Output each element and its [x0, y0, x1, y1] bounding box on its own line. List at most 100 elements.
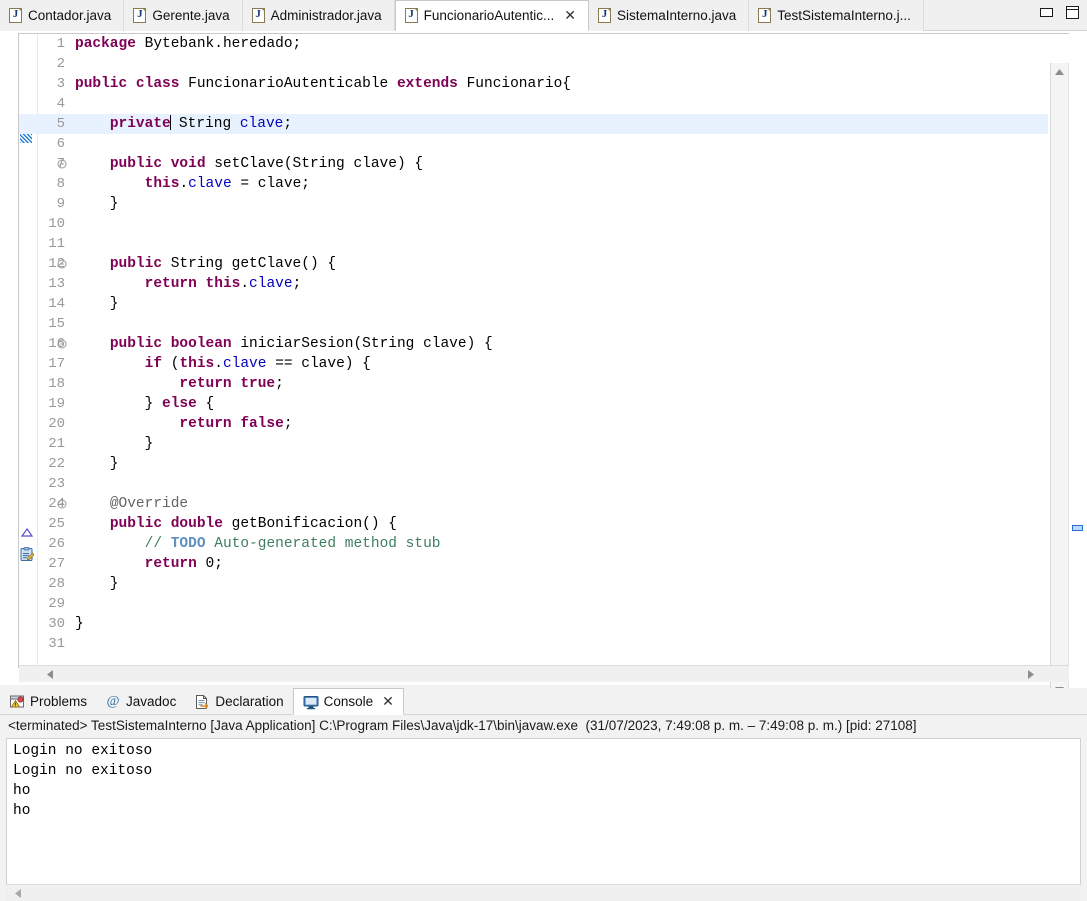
code-line[interactable]: 22 } [19, 454, 1048, 474]
code-line[interactable]: 18 return true; [19, 374, 1048, 394]
editor-viewport[interactable]: 1 package Bytebank.heredado; 2 3 public clas… [18, 33, 1069, 668]
code-line[interactable]: 21 } [19, 434, 1048, 454]
code-line-text: } [75, 456, 119, 472]
code-line[interactable]: 25 public double getBonificacion() { [19, 514, 1048, 534]
code-line-text: public String getClave() { [109, 256, 337, 272]
code-line[interactable]: 28 } [19, 574, 1048, 594]
console-output-line: Login no exitoso [13, 763, 153, 779]
code-line-text: // TODO Auto-generated method stub [144, 536, 441, 552]
maximize-view-button[interactable] [1066, 6, 1079, 19]
editor-tab-label: FuncionarioAutentic... [423, 8, 555, 23]
line-number: 3 [56, 76, 65, 92]
code-line[interactable]: 4 [19, 94, 1048, 114]
bottom-tab-console[interactable]: Console ✕ [292, 688, 404, 715]
code-line[interactable]: 9 } [19, 194, 1048, 214]
editor-horizontal-scrollbar[interactable] [19, 665, 1069, 682]
editor-tab-administrador-java[interactable]: Administrador.java [242, 0, 395, 31]
code-line[interactable]: 26 // TODO Auto-generated method stub [19, 534, 1048, 554]
code-line[interactable]: 19 } else { [19, 394, 1048, 414]
code-line[interactable]: 16 public boolean iniciarSesion(String c… [19, 334, 1048, 354]
scroll-right-arrow-icon[interactable] [1022, 666, 1039, 682]
declaration-icon [194, 694, 210, 710]
line-number: 22 [48, 456, 65, 472]
code-line[interactable]: 2 [19, 54, 1048, 74]
code-line[interactable]: 10 [19, 214, 1048, 234]
line-number: 27 [48, 556, 65, 572]
javadoc-at-icon: @ [106, 693, 120, 709]
editor-tab-label: SistemaInterno.java [616, 8, 737, 23]
code-line[interactable]: 17 if (this.clave == clave) { [19, 354, 1048, 374]
java-file-icon [251, 8, 265, 23]
code-line[interactable]: 1 package Bytebank.heredado; [19, 34, 1048, 54]
line-number: 28 [48, 576, 65, 592]
console-scroll-left-arrow-icon[interactable] [10, 886, 25, 901]
editor-tab-funcionarioautentic[interactable]: FuncionarioAutentic... ✕ [394, 0, 589, 31]
code-line-text: private String clave; [109, 115, 293, 132]
console-monitor-icon [303, 694, 319, 710]
fold-collapse-icon[interactable] [57, 499, 67, 509]
line-number: 11 [48, 236, 65, 252]
code-line-text: } [75, 436, 154, 452]
code-line-text: } [75, 576, 119, 592]
bottom-tab-problems[interactable]: Problems [0, 688, 96, 715]
line-number: 17 [48, 356, 65, 372]
code-line[interactable]: 5 private String clave; [19, 114, 1048, 134]
code-editor: 1 package Bytebank.heredado; 2 3 public clas… [0, 31, 1087, 698]
console-output-line: Login no exitoso [13, 743, 153, 759]
line-number: 14 [48, 296, 65, 312]
minimize-view-button[interactable] [1040, 8, 1053, 17]
line-number: 25 [48, 516, 65, 532]
code-line-text: } [75, 296, 119, 312]
java-file-icon [758, 8, 772, 23]
console-output[interactable]: Login no exitoso Login no exitoso ho ho [6, 738, 1081, 884]
code-line-text: public void setClave(String clave) { [109, 156, 424, 172]
console-horizontal-scrollbar[interactable] [6, 884, 1081, 901]
code-line[interactable]: 15 [19, 314, 1048, 334]
editor-vertical-scrollbar[interactable] [1050, 63, 1068, 698]
bottom-tab-declaration[interactable]: Declaration [185, 688, 292, 715]
editor-overview-ruler[interactable] [1068, 63, 1087, 698]
code-line[interactable]: 14 } [19, 294, 1048, 314]
fold-collapse-icon[interactable] [57, 159, 67, 169]
code-line[interactable]: 29 [19, 594, 1048, 614]
editor-tab-testsistemainterno-j[interactable]: TestSistemaInterno.j... [749, 0, 924, 31]
code-text-area[interactable]: 1 package Bytebank.heredado; 2 3 public clas… [19, 34, 1048, 667]
fold-collapse-icon[interactable] [57, 259, 67, 269]
java-file-icon [9, 8, 22, 23]
line-number: 21 [48, 436, 65, 452]
code-line-text: } [75, 196, 119, 212]
code-line-text: return this.clave; [144, 276, 302, 292]
code-line[interactable]: 30} [19, 614, 1048, 634]
scroll-up-arrow-icon[interactable] [1051, 63, 1068, 80]
bottom-tab-javadoc[interactable]: @ Javadoc [96, 688, 185, 715]
bottom-panel: Problems @ Javadoc Declaration Console ✕ <ter… [0, 688, 1087, 901]
editor-tab-gerente-java[interactable]: Gerente.java [124, 0, 243, 31]
line-number: 10 [48, 216, 65, 232]
code-line[interactable]: 6 [19, 134, 1048, 154]
line-number: 8 [56, 176, 65, 192]
code-line[interactable]: 31 [19, 634, 1048, 654]
code-line[interactable]: 3 public class FuncionarioAutenticable ex… [19, 74, 1048, 94]
code-line[interactable]: 11 [19, 234, 1048, 254]
editor-tab-sistemainterno-java[interactable]: SistemaInterno.java [588, 0, 750, 31]
console-terminated-header: <terminated> TestSistemaInterno [Java Ap… [8, 718, 917, 733]
code-line[interactable]: 23 [19, 474, 1048, 494]
overview-marker[interactable] [1072, 525, 1083, 531]
code-line[interactable]: 20 return false; [19, 414, 1048, 434]
fold-collapse-icon[interactable] [57, 339, 67, 349]
bottom-tab-strip: Problems @ Javadoc Declaration Console ✕ [0, 688, 1087, 715]
code-line[interactable]: 13 return this.clave; [19, 274, 1048, 294]
editor-tab-label: TestSistemaInterno.j... [777, 8, 911, 23]
code-line[interactable]: 27 return 0; [19, 554, 1048, 574]
code-line-text: return false; [179, 416, 293, 432]
editor-tab-close-icon[interactable]: ✕ [564, 9, 576, 23]
code-line[interactable]: 8 this.clave = clave; [19, 174, 1048, 194]
editor-tab-contador-java[interactable]: Contador.java [0, 0, 125, 31]
bottom-tab-label: Console [323, 694, 374, 709]
line-number: 31 [48, 636, 65, 652]
code-line[interactable]: 12 public String getClave() { [19, 254, 1048, 274]
bottom-tab-close-icon[interactable]: ✕ [382, 695, 394, 709]
code-line[interactable]: 7 public void setClave(String clave) { [19, 154, 1048, 174]
scroll-left-arrow-icon[interactable] [41, 666, 58, 682]
code-line[interactable]: 24 @Override [19, 494, 1048, 514]
